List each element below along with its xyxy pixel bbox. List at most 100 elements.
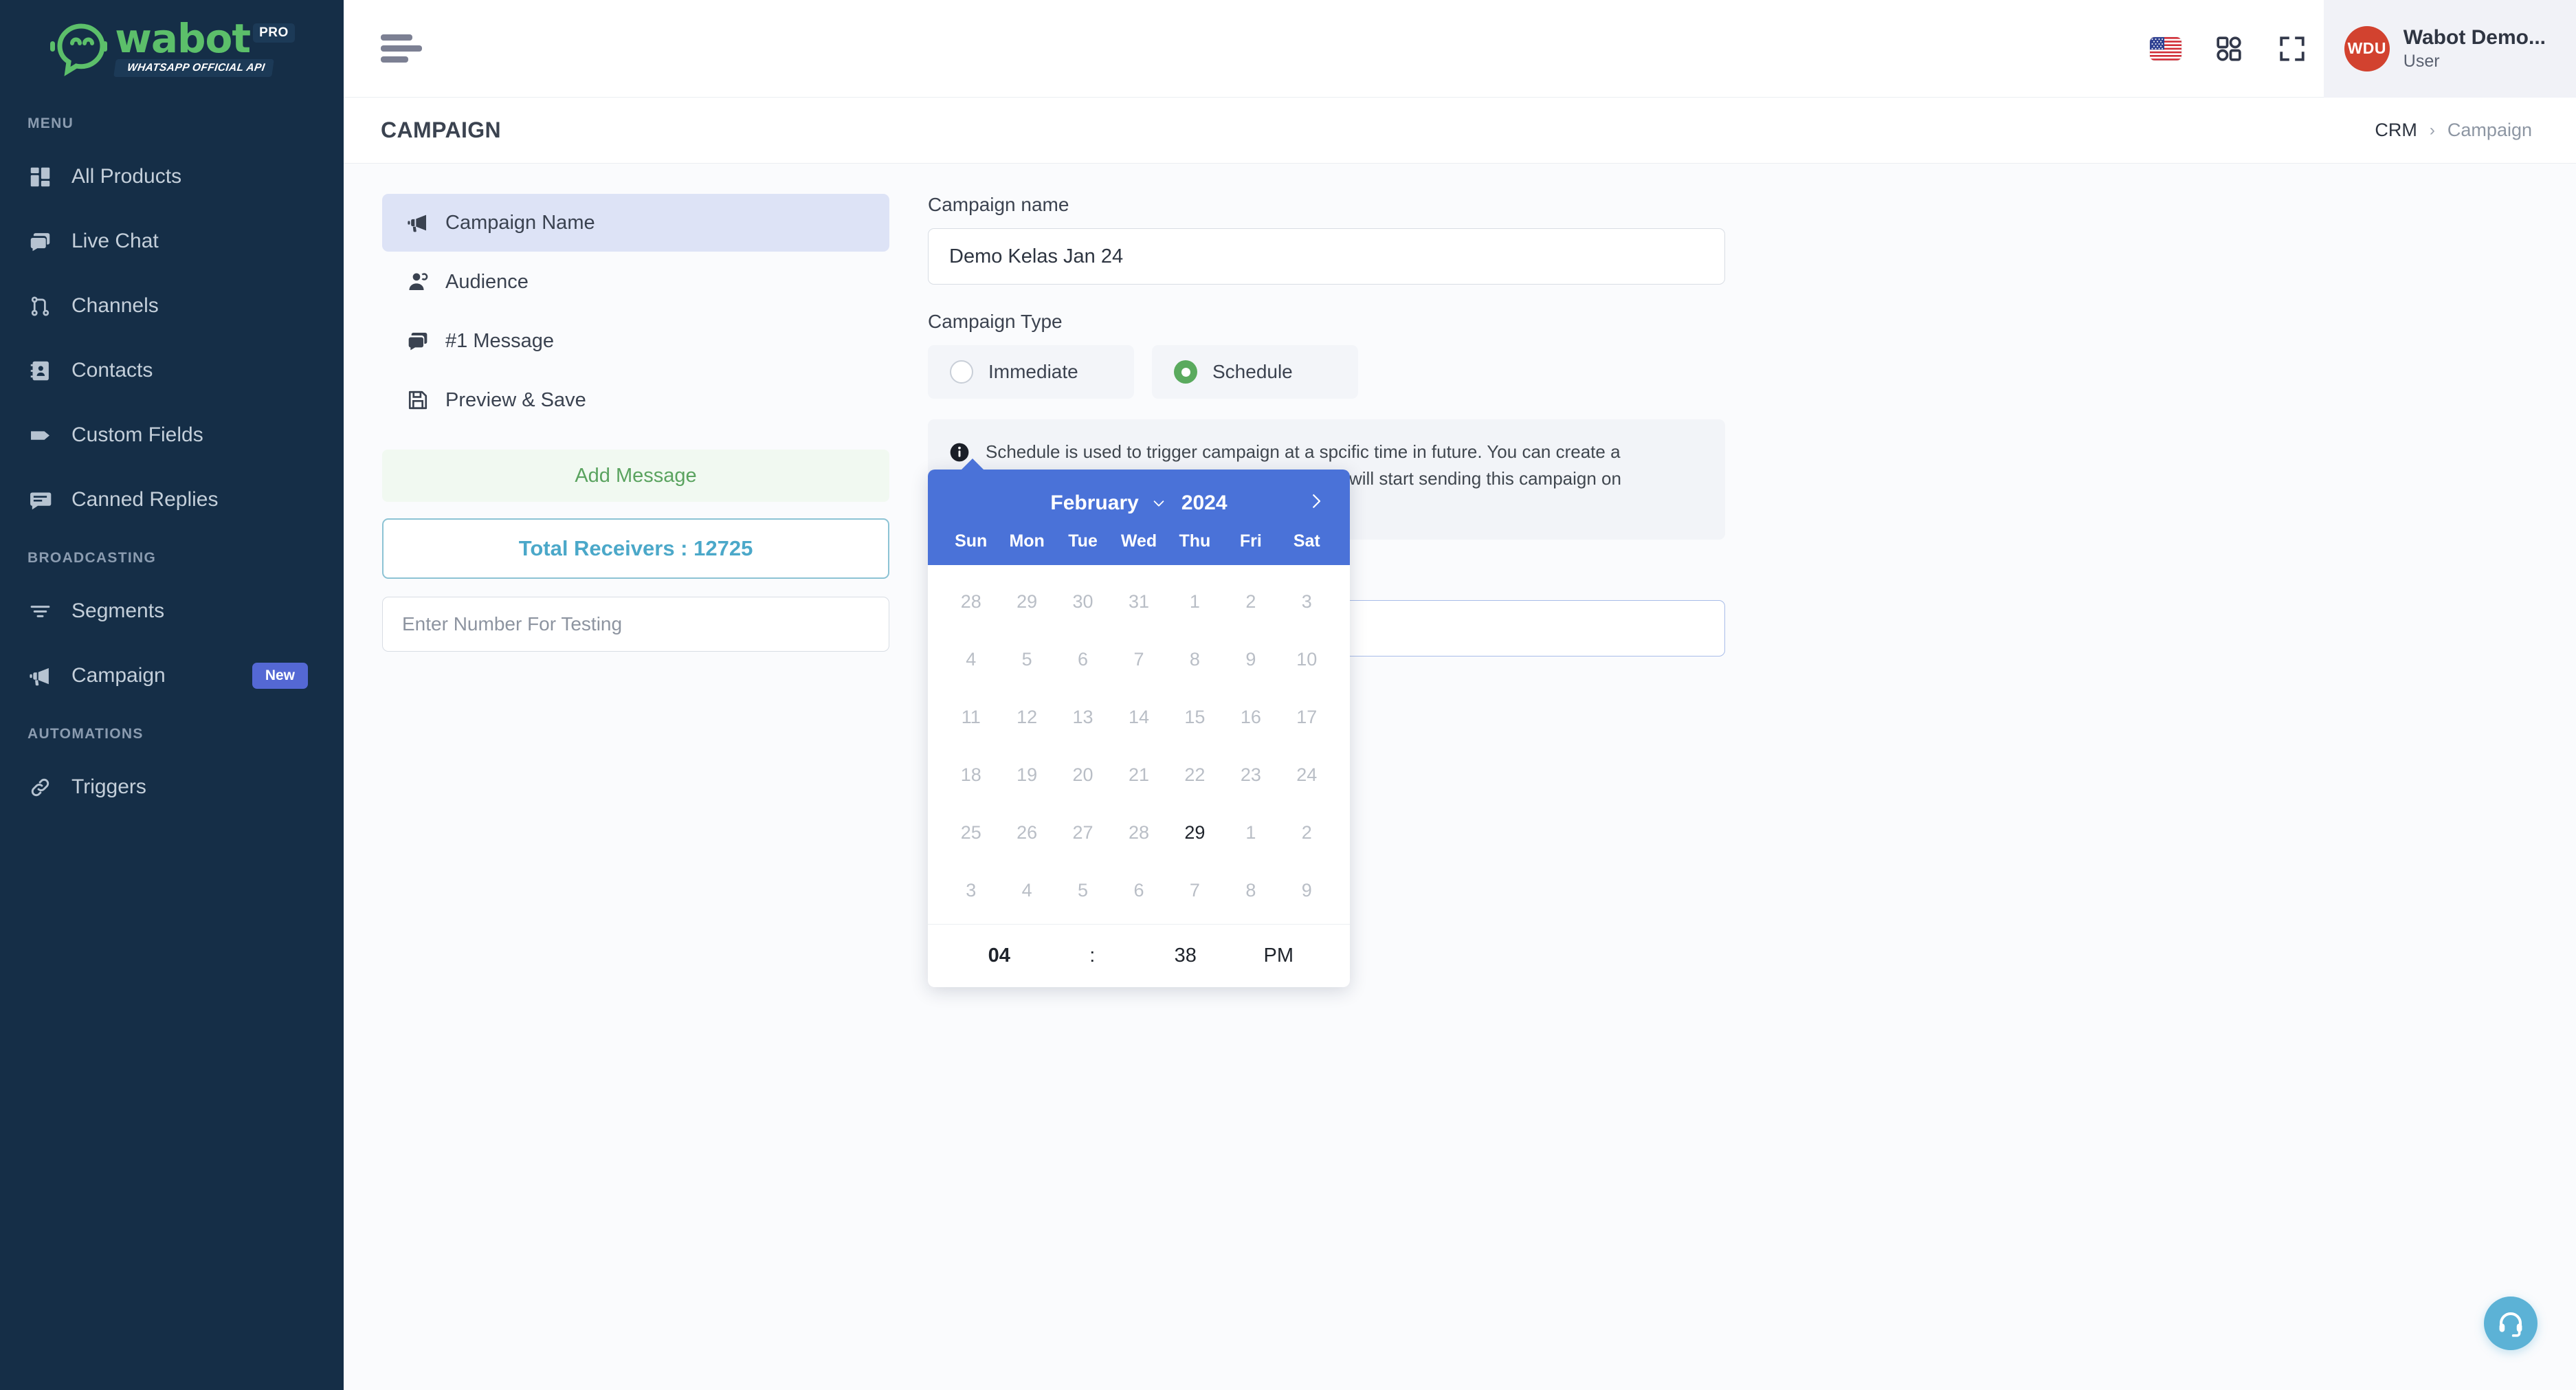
sidebar-item-all-products[interactable]: All Products	[0, 144, 344, 209]
sidebar-item-campaign[interactable]: Campaign New	[0, 643, 344, 708]
calendar-day[interactable]: 31	[1111, 575, 1166, 628]
calendar-day[interactable]: 7	[1111, 632, 1166, 686]
step-audience[interactable]: Audience	[382, 253, 889, 311]
radio-schedule[interactable]: Schedule	[1152, 345, 1358, 399]
calendar-day[interactable]: 29	[999, 575, 1054, 628]
sidebar-item-contacts[interactable]: Contacts	[0, 338, 344, 403]
chat-bubbles-icon	[29, 230, 66, 253]
time-minute[interactable]: 38	[1139, 945, 1232, 967]
app-root: wabot PRO WHATSAPP OFFICIAL API MENU All …	[0, 0, 2576, 1390]
fullscreen-button[interactable]	[2261, 0, 2324, 98]
link-icon	[29, 776, 66, 799]
sidebar-item-canned-replies[interactable]: Canned Replies	[0, 467, 344, 532]
sidebar-item-channels[interactable]: Channels	[0, 274, 344, 338]
calendar-day[interactable]: 5	[1055, 863, 1111, 917]
radio-immediate[interactable]: Immediate	[928, 345, 1134, 399]
calendar-day[interactable]: 18	[943, 748, 999, 802]
calendar-day[interactable]: 20	[1055, 748, 1111, 802]
sidebar-item-segments[interactable]: Segments	[0, 579, 344, 643]
megaphone-icon	[407, 212, 443, 234]
user-menu[interactable]: WDU Wabot Demo... User	[2323, 0, 2576, 98]
calendar-day[interactable]: 26	[999, 806, 1054, 859]
sidebar-item-live-chat[interactable]: Live Chat	[0, 209, 344, 274]
calendar-day[interactable]: 22	[1167, 748, 1223, 802]
calendar-day[interactable]: 10	[1279, 632, 1335, 686]
calendar-day[interactable]: 11	[943, 690, 999, 744]
calendar-day[interactable]: 9	[1223, 632, 1278, 686]
chevron-down-icon[interactable]	[1151, 496, 1166, 511]
add-message-button[interactable]: Add Message	[382, 450, 889, 502]
calendar-day[interactable]: 1	[1223, 806, 1278, 859]
chat-bubbles-icon	[407, 330, 443, 352]
step--1-message[interactable]: #1 Message	[382, 312, 889, 370]
language-selector[interactable]	[2134, 0, 2197, 98]
sidebar-item-label: Canned Replies	[71, 488, 219, 511]
campaign-name-input[interactable]: Demo Kelas Jan 24	[928, 228, 1725, 285]
campaign-name-label: Campaign name	[928, 194, 1069, 215]
apps-grid-button[interactable]	[2197, 0, 2261, 98]
calendar-day[interactable]: 7	[1167, 863, 1223, 917]
calendar-day[interactable]: 24	[1279, 748, 1335, 802]
calendar-day[interactable]: 28	[1111, 806, 1166, 859]
brand-logo[interactable]: wabot PRO WHATSAPP OFFICIAL API	[0, 0, 344, 98]
time-meridiem[interactable]: PM	[1232, 945, 1326, 967]
calendar-day[interactable]: 19	[999, 748, 1054, 802]
calendar-day[interactable]: 8	[1223, 863, 1278, 917]
step-campaign-name[interactable]: Campaign Name	[382, 194, 889, 252]
calendar-day[interactable]: 9	[1279, 863, 1335, 917]
calendar-day-selected[interactable]: 29	[1167, 806, 1223, 859]
time-hour[interactable]: 04	[953, 945, 1046, 967]
calendar-day[interactable]: 21	[1111, 748, 1166, 802]
calendar-day[interactable]: 1	[1167, 575, 1223, 628]
next-month-button[interactable]	[1306, 491, 1326, 516]
channels-branch-icon	[29, 295, 66, 318]
total-receivers-badge[interactable]: Total Receivers : 12725	[382, 518, 889, 579]
sidebar-item-triggers[interactable]: Triggers	[0, 755, 344, 819]
step-label: Campaign Name	[445, 211, 595, 234]
campaign-type-label: Campaign Type	[928, 311, 1063, 332]
brand-tagline: WHATSAPP OFFICIAL API	[113, 59, 275, 78]
calendar-day[interactable]: 17	[1279, 690, 1335, 744]
calendar-day[interactable]: 12	[999, 690, 1054, 744]
calendar-day[interactable]: 8	[1167, 632, 1223, 686]
radio-dot-selected-icon	[1174, 360, 1197, 384]
calendar-day[interactable]: 13	[1055, 690, 1111, 744]
calendar-day[interactable]: 4	[943, 632, 999, 686]
calendar-day[interactable]: 23	[1223, 748, 1278, 802]
calendar-day[interactable]: 3	[943, 863, 999, 917]
calendar-day[interactable]: 3	[1279, 575, 1335, 628]
calendar-day[interactable]: 5	[999, 632, 1054, 686]
calendar-day[interactable]: 28	[943, 575, 999, 628]
main-area: WDU Wabot Demo... User CAMPAIGN CRM › Ca…	[344, 0, 2576, 1390]
calendar-day[interactable]: 6	[1055, 632, 1111, 686]
grid-icon	[29, 166, 66, 188]
support-chat-button[interactable]	[2484, 1297, 2538, 1350]
calendar-day[interactable]: 16	[1223, 690, 1278, 744]
weekday-wed: Wed	[1120, 531, 1157, 551]
calendar-day[interactable]: 27	[1055, 806, 1111, 859]
calendar-day[interactable]: 2	[1279, 806, 1335, 859]
calendar-day[interactable]: 4	[999, 863, 1054, 917]
calendar-day[interactable]: 6	[1111, 863, 1166, 917]
datepicker-year[interactable]: 2024	[1181, 492, 1228, 515]
step-label: Preview & Save	[445, 388, 586, 411]
campaign-type-radios: Immediate Schedule	[928, 345, 1725, 399]
datepicker-month[interactable]: February	[1050, 492, 1138, 515]
hamburger-icon[interactable]	[381, 34, 422, 63]
campaign-steps-panel: Campaign Name Audience #1 Message Preview &…	[382, 194, 889, 1390]
page-title: CAMPAIGN	[381, 118, 502, 142]
calendar-day[interactable]: 25	[943, 806, 999, 859]
calendar-day[interactable]: 2	[1223, 575, 1278, 628]
weekday-thu: Thu	[1179, 531, 1211, 551]
datetime-picker-popup: February 2024 Sun Mon Tue Wed Thu Fri Sat 28 29…	[928, 459, 1350, 987]
test-number-input[interactable]: Enter Number For Testing	[382, 597, 889, 652]
calendar-day[interactable]: 15	[1167, 690, 1223, 744]
apps-grid-icon	[2217, 36, 2241, 61]
calendar-day[interactable]: 30	[1055, 575, 1111, 628]
tag-icon	[29, 424, 66, 447]
step-preview-save[interactable]: Preview & Save	[382, 371, 889, 429]
calendar-day[interactable]: 14	[1111, 690, 1166, 744]
sidebar-item-custom-fields[interactable]: Custom Fields	[0, 403, 344, 467]
breadcrumb-parent[interactable]: CRM	[2375, 120, 2417, 141]
topbar-actions: WDU Wabot Demo... User	[2134, 0, 2576, 98]
